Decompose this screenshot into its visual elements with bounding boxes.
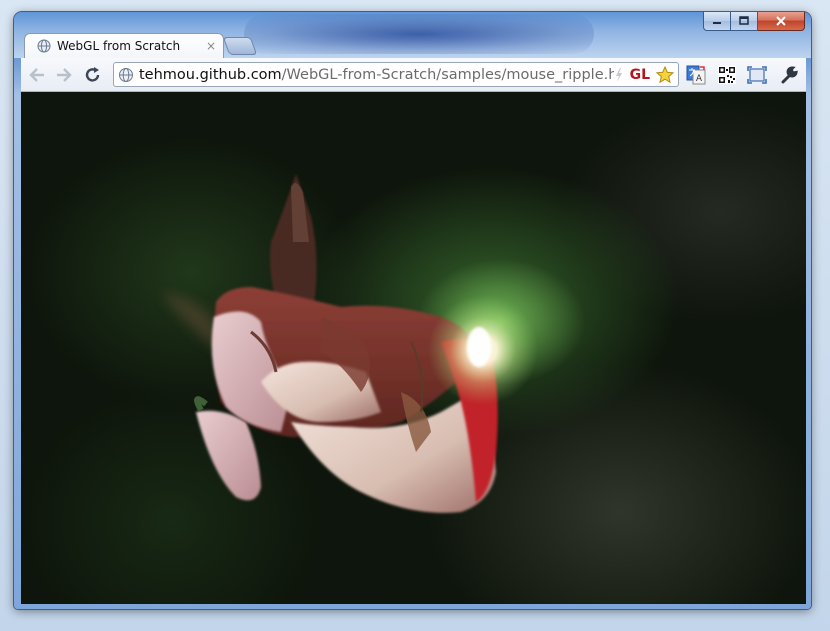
fullscreen-extension-button[interactable] <box>746 65 768 85</box>
tab-title: WebGL from Scratch <box>57 39 181 53</box>
close-icon <box>776 16 786 26</box>
rose-image <box>161 174 538 513</box>
tab-close-button[interactable]: × <box>203 39 219 53</box>
fullscreen-icon <box>747 66 767 84</box>
back-arrow-icon <box>29 68 44 82</box>
reload-button[interactable] <box>83 66 103 84</box>
settings-menu-button[interactable] <box>778 65 800 85</box>
url-text[interactable]: tehmou.github.com/WebGL-from-Scratch/sam… <box>139 67 614 83</box>
caption-buttons <box>703 12 805 32</box>
lightning-icon[interactable] <box>614 67 624 83</box>
omnibox-actions: GL <box>614 65 678 84</box>
gl-badge[interactable]: GL <box>630 67 650 83</box>
address-bar[interactable]: tehmou.github.com/WebGL-from-Scratch/sam… <box>113 62 679 87</box>
qr-code-icon <box>718 66 736 84</box>
browser-toolbar: tehmou.github.com/WebGL-from-Scratch/sam… <box>21 58 806 92</box>
maximize-button[interactable] <box>731 12 758 31</box>
webgl-canvas[interactable] <box>21 92 806 604</box>
forward-button[interactable] <box>54 66 74 84</box>
page-info-icon[interactable] <box>118 67 134 83</box>
url-host: tehmou.github.com <box>139 66 282 83</box>
title-bar-backdrop <box>244 14 594 54</box>
star-icon[interactable] <box>656 65 674 84</box>
tab-webgl-from-scratch[interactable]: WebGL from Scratch × <box>24 33 224 58</box>
forward-arrow-icon <box>57 68 72 82</box>
reload-icon <box>85 67 100 82</box>
svg-text:A: A <box>696 74 703 84</box>
translate-icon: A <box>686 65 706 85</box>
globe-icon <box>37 39 51 53</box>
translate-extension-button[interactable]: A <box>685 65 707 85</box>
maximize-icon <box>739 16 749 25</box>
back-button[interactable] <box>27 66 47 84</box>
minimize-button[interactable] <box>703 12 731 31</box>
wrench-icon <box>781 66 798 84</box>
qr-code-extension-button[interactable] <box>716 65 738 85</box>
url-path: /WebGL-from-Scratch/samples/mouse_ripple… <box>281 66 614 83</box>
close-window-button[interactable] <box>758 12 805 31</box>
minimize-icon <box>713 22 721 24</box>
